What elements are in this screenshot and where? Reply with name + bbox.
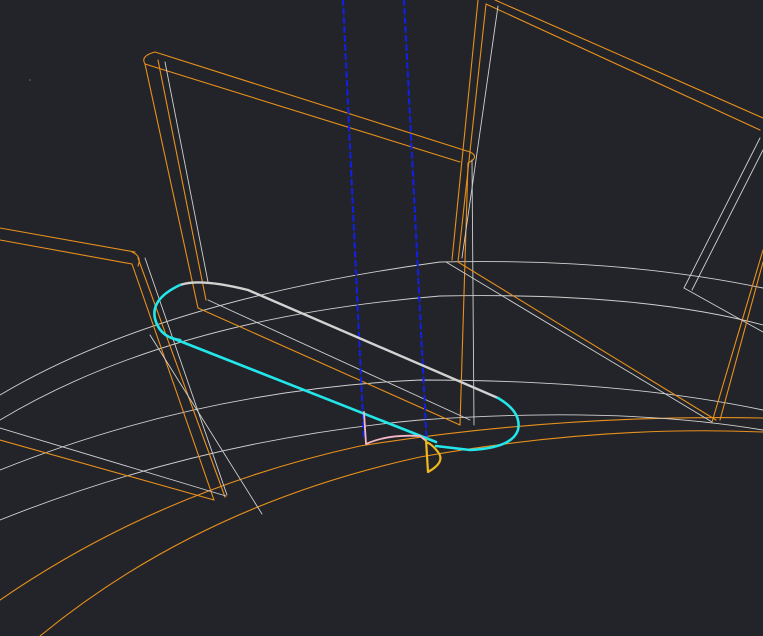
blade-right-top-2 — [485, 3, 761, 131]
hub-ring-orange — [0, 417, 763, 636]
hub-inner-arc — [0, 417, 763, 601]
blade-right — [445, 0, 763, 423]
ring-arcs-white — [0, 261, 763, 521]
contact-markers — [363, 411, 442, 474]
blade-left-leading-2 — [131, 263, 215, 501]
cad-viewport[interactable] — [0, 0, 763, 636]
blade-left-root — [0, 439, 215, 501]
blade-right-top — [494, 0, 763, 119]
blade-left-top-edge — [0, 227, 136, 253]
ring-arc-3 — [0, 379, 763, 471]
tool-profile-upper-edge — [178, 281, 500, 400]
blade-center-top — [154, 51, 471, 153]
tool-profile-right-cap — [434, 396, 520, 452]
blade-right-leading — [457, 3, 487, 263]
blade-left — [0, 227, 263, 515]
blade-right-root — [445, 261, 713, 423]
blade-center-leading-inner — [164, 61, 209, 283]
blade-right-trailing-2 — [719, 261, 763, 421]
blade-right-trailing-inner — [683, 137, 761, 289]
blade-center-root-inner — [207, 299, 471, 421]
blade-center-leading — [144, 63, 199, 309]
ring-arc-1 — [0, 295, 763, 421]
ring-arc-2 — [0, 261, 763, 396]
blade-right-leading-inner — [461, 5, 499, 259]
blade-center-leading-2 — [157, 59, 207, 301]
stray-point — [29, 79, 31, 81]
blade-right-trailing-inner-2 — [691, 149, 763, 291]
blade-center-trailing-inner — [471, 159, 475, 426]
blade-left-top-edge-2 — [0, 239, 133, 265]
blade-center-tip-left — [143, 51, 156, 65]
blade-center-top-2 — [144, 63, 461, 163]
blade-right-leading-2 — [451, 0, 479, 261]
hub-outer-arc — [39, 430, 763, 636]
blade-right-foot — [683, 287, 763, 333]
blade-center — [143, 51, 476, 426]
wireframe-canvas[interactable] — [0, 0, 763, 636]
blade-right-trailing — [711, 249, 763, 423]
